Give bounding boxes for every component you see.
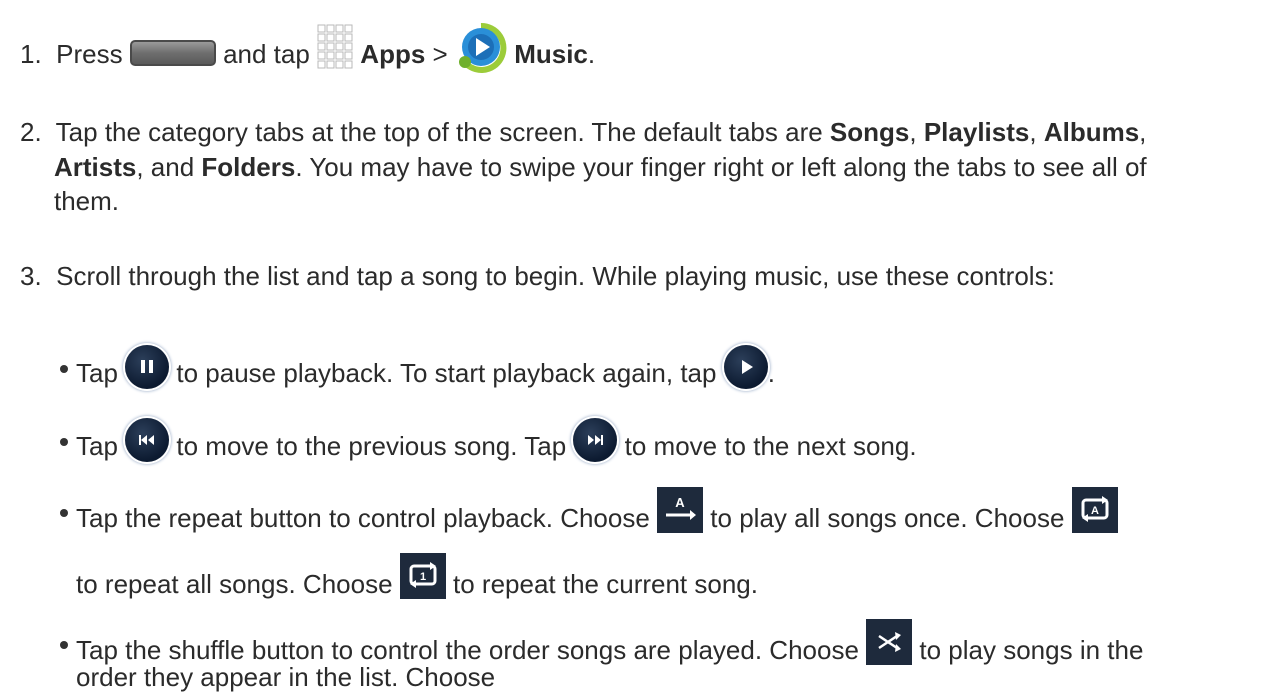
bullet-text: to play songs in the bbox=[919, 634, 1144, 665]
shuffle-off-icon bbox=[866, 619, 913, 665]
tab-albums-label: Albums bbox=[1043, 117, 1140, 147]
bullet-text: Tap the repeat button to control playbac… bbox=[76, 502, 650, 533]
separator: > bbox=[432, 38, 448, 69]
bullet-text: . bbox=[767, 357, 775, 388]
bullet-text: to play all songs once. Choose bbox=[710, 502, 1065, 533]
step-text: Press bbox=[56, 38, 123, 69]
tab-artists-label: Artists bbox=[54, 152, 137, 182]
bullet-text: to repeat all songs. Choose bbox=[76, 568, 393, 599]
step-number: 3. bbox=[20, 261, 42, 291]
bullet-text: to move to the next song. bbox=[624, 430, 917, 461]
bullet-marker bbox=[60, 641, 68, 649]
previous-icon bbox=[125, 418, 170, 462]
bullet-marker bbox=[60, 438, 68, 446]
svg-text:1: 1 bbox=[420, 571, 426, 583]
step-text: and tap bbox=[223, 38, 310, 69]
tab-playlists-label: Playlists bbox=[923, 117, 1030, 147]
bullet-marker bbox=[60, 365, 68, 373]
bullet-marker bbox=[60, 509, 68, 517]
repeat-off-icon: A bbox=[657, 487, 704, 533]
bullet-text: Tap bbox=[76, 430, 118, 461]
punct: , bbox=[1029, 117, 1037, 147]
tab-folders-label: Folders bbox=[201, 152, 296, 182]
step-3: 3. Scroll through the list and tap a son… bbox=[20, 260, 1055, 292]
home-key-icon bbox=[129, 40, 216, 66]
bullet-text: to move to the previous song. Tap bbox=[176, 430, 567, 461]
play-icon bbox=[723, 345, 768, 389]
step-text: them. bbox=[54, 186, 120, 216]
bullet-repeat: Tap the repeat button to control playbac… bbox=[76, 487, 1118, 543]
bullet-repeat-line-2: to repeat all songs. Choose 1 to repeat … bbox=[76, 553, 758, 609]
repeat-one-icon: 1 bbox=[399, 553, 446, 599]
step-text: Tap the category tabs at the top of the … bbox=[55, 117, 823, 147]
bullet-text: to repeat the current song. bbox=[453, 568, 758, 599]
step-2: 2. Tap the category tabs at the top of t… bbox=[20, 116, 1146, 148]
step-text: . bbox=[587, 38, 596, 69]
svg-text:A: A bbox=[1091, 505, 1099, 517]
step-number: 1. bbox=[20, 38, 42, 69]
bullet-prev-next: Tap to move to the previous song. Tap to… bbox=[76, 418, 917, 470]
step-number: 2. bbox=[20, 117, 42, 147]
svg-text:A: A bbox=[675, 495, 685, 510]
bullet-text: Tap bbox=[76, 357, 118, 388]
music-app-icon bbox=[455, 22, 507, 74]
punct: , bbox=[1139, 117, 1147, 147]
bullet-shuffle-line-2: order they appear in the list. Choose bbox=[76, 661, 495, 693]
apps-grid-icon bbox=[317, 24, 353, 76]
next-icon bbox=[573, 418, 618, 462]
step-2-line-2: Artists, and Folders. You may have to sw… bbox=[54, 151, 1147, 183]
music-label: Music bbox=[514, 38, 588, 69]
step-1: 1. Press and tap Apps > Music. bbox=[20, 22, 596, 82]
bullet-pause-play: Tap to pause playback. To start playback… bbox=[76, 345, 775, 397]
step-text: , and bbox=[136, 152, 195, 182]
bullet-text: to pause playback. To start playback aga… bbox=[176, 357, 717, 388]
step-text: Scroll through the list and tap a song t… bbox=[56, 261, 1055, 291]
pause-icon bbox=[125, 345, 170, 389]
tab-songs-label: Songs bbox=[829, 117, 910, 147]
step-text: . You may have to swipe your finger righ… bbox=[295, 152, 1147, 182]
step-2-line-3: them. bbox=[54, 185, 119, 217]
bullet-text: order they appear in the list. Choose bbox=[76, 662, 496, 692]
punct: , bbox=[909, 117, 917, 147]
repeat-all-icon: A bbox=[1071, 487, 1118, 533]
apps-label: Apps bbox=[360, 38, 426, 69]
